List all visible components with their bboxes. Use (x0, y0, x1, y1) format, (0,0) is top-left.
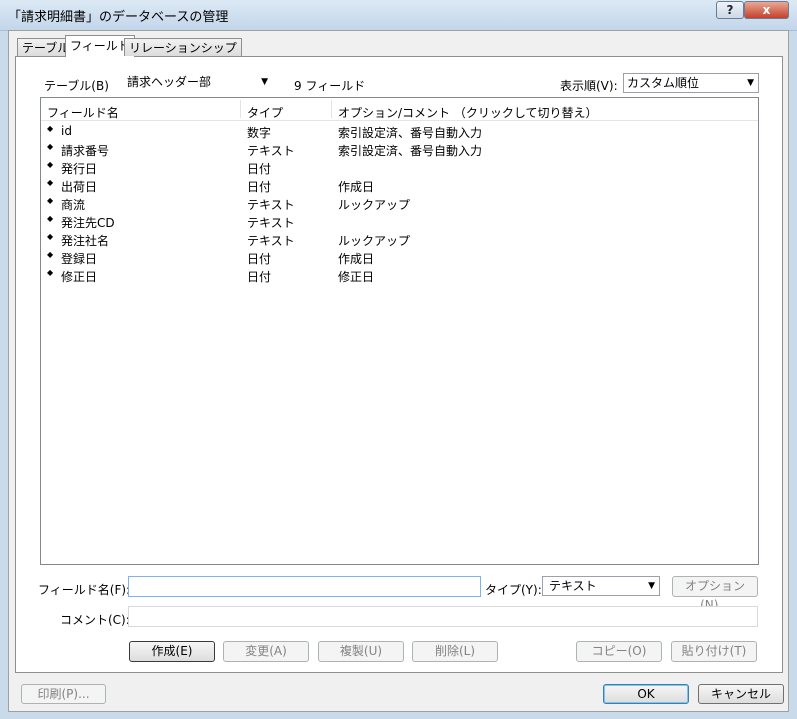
field-type: テキスト (247, 198, 295, 212)
comment-input[interactable] (128, 606, 758, 627)
field-type: 日付 (247, 252, 272, 266)
table-selector-label: テーブル(B): (44, 79, 113, 93)
create-button[interactable]: 作成(E) (129, 641, 215, 662)
sort-handle-icon[interactable]: ◆ (47, 142, 53, 151)
column-divider[interactable] (240, 100, 241, 118)
ok-button[interactable]: OK (603, 684, 689, 704)
field-type-value: テキスト (549, 579, 597, 593)
list-item[interactable]: ◆ 修正日 日付 修正日 (41, 267, 758, 285)
sort-handle-icon[interactable]: ◆ (47, 160, 53, 169)
title-bar: 「請求明細書」のデータベースの管理 ? x (0, 0, 797, 31)
sort-handle-icon[interactable]: ◆ (47, 232, 53, 241)
field-type: テキスト (247, 144, 295, 158)
field-options: 索引設定済、番号自動入力 (338, 144, 483, 158)
close-button[interactable]: x (744, 1, 789, 19)
field-type: 日付 (247, 270, 272, 284)
field-name: 修正日 (61, 270, 98, 284)
window-title: 「請求明細書」のデータベースの管理 (8, 10, 229, 25)
chevron-down-icon: ▼ (747, 78, 754, 88)
field-name-label: フィールド名(F): (38, 583, 131, 597)
column-header-type[interactable]: タイプ (247, 104, 283, 121)
sort-handle-icon[interactable]: ◆ (47, 178, 53, 187)
field-options: 作成日 (338, 252, 375, 266)
sort-selector-value: カスタム順位 (627, 76, 700, 90)
list-item[interactable]: ◆ 発注社名 テキスト ルックアップ (41, 231, 758, 249)
list-header: フィールド名 タイプ オプション/コメント （クリックして切り替え） (41, 98, 758, 121)
sort-handle-icon[interactable]: ◆ (47, 214, 53, 223)
field-name: 出荷日 (61, 180, 98, 194)
copy-button[interactable]: コピー(O) (576, 641, 662, 662)
field-type: テキスト (247, 216, 295, 230)
delete-button[interactable]: 削除(L) (412, 641, 498, 662)
comment-label: コメント(C): (60, 613, 130, 627)
field-type: 日付 (247, 162, 272, 176)
tab-relationships[interactable]: リレーションシップ (124, 38, 242, 56)
sort-handle-icon[interactable]: ◆ (47, 124, 53, 133)
table-selector[interactable]: 請求ヘッダー部 ▼ (110, 72, 273, 92)
help-button[interactable]: ? (716, 1, 744, 19)
change-button[interactable]: 変更(A) (223, 641, 309, 662)
chevron-down-icon: ▼ (261, 77, 268, 87)
field-options-button[interactable]: オプション(N)... (672, 576, 758, 612)
list-item[interactable]: ◆ 出荷日 日付 作成日 (41, 177, 758, 195)
sort-selector-label: 表示順(V): (560, 79, 618, 93)
sort-selector[interactable]: カスタム順位 ▼ (623, 73, 759, 93)
field-name: 発注社名 (61, 234, 110, 248)
field-type-select[interactable]: テキスト ▼ (542, 576, 660, 596)
sort-handle-icon[interactable]: ◆ (47, 250, 53, 259)
column-header-name[interactable]: フィールド名 (47, 104, 119, 121)
field-type: 数字 (247, 126, 272, 140)
field-name: 発注先CD (61, 216, 115, 230)
chevron-down-icon: ▼ (648, 581, 655, 591)
field-name: id (61, 124, 72, 138)
print-button[interactable]: 印刷(P)... (21, 684, 106, 704)
field-type: 日付 (247, 180, 272, 194)
field-name: 発行日 (61, 162, 98, 176)
list-item[interactable]: ◆ 発注先CD テキスト (41, 213, 758, 231)
column-divider[interactable] (331, 100, 332, 118)
field-count: 9 フィールド (294, 79, 366, 93)
table-selector-value: 請求ヘッダー部 (127, 75, 212, 89)
field-options: 作成日 (338, 180, 375, 194)
field-name-input[interactable] (128, 576, 481, 597)
list-item[interactable]: ◆ 発行日 日付 (41, 159, 758, 177)
field-list[interactable]: フィールド名 タイプ オプション/コメント （クリックして切り替え） ◆ id … (40, 97, 759, 565)
field-options: ルックアップ (338, 234, 411, 248)
field-name: 請求番号 (61, 144, 110, 158)
field-options: 索引設定済、番号自動入力 (338, 126, 483, 140)
column-header-options[interactable]: オプション/コメント （クリックして切り替え） (338, 104, 598, 121)
list-item[interactable]: ◆ 商流 テキスト ルックアップ (41, 195, 758, 213)
field-options: 修正日 (338, 270, 375, 284)
paste-button[interactable]: 貼り付け(T) (671, 641, 757, 662)
field-name: 商流 (61, 198, 86, 212)
list-item[interactable]: ◆ 請求番号 テキスト 索引設定済、番号自動入力 (41, 141, 758, 159)
sort-handle-icon[interactable]: ◆ (47, 196, 53, 205)
field-type-label: タイプ(Y): (485, 583, 542, 597)
cancel-button[interactable]: キャンセル (698, 684, 784, 704)
duplicate-button[interactable]: 複製(U) (318, 641, 404, 662)
field-name: 登録日 (61, 252, 98, 266)
list-item[interactable]: ◆ id 数字 索引設定済、番号自動入力 (41, 123, 758, 141)
sort-handle-icon[interactable]: ◆ (47, 268, 53, 277)
field-type: テキスト (247, 234, 295, 248)
list-item[interactable]: ◆ 登録日 日付 作成日 (41, 249, 758, 267)
field-options: ルックアップ (338, 198, 411, 212)
